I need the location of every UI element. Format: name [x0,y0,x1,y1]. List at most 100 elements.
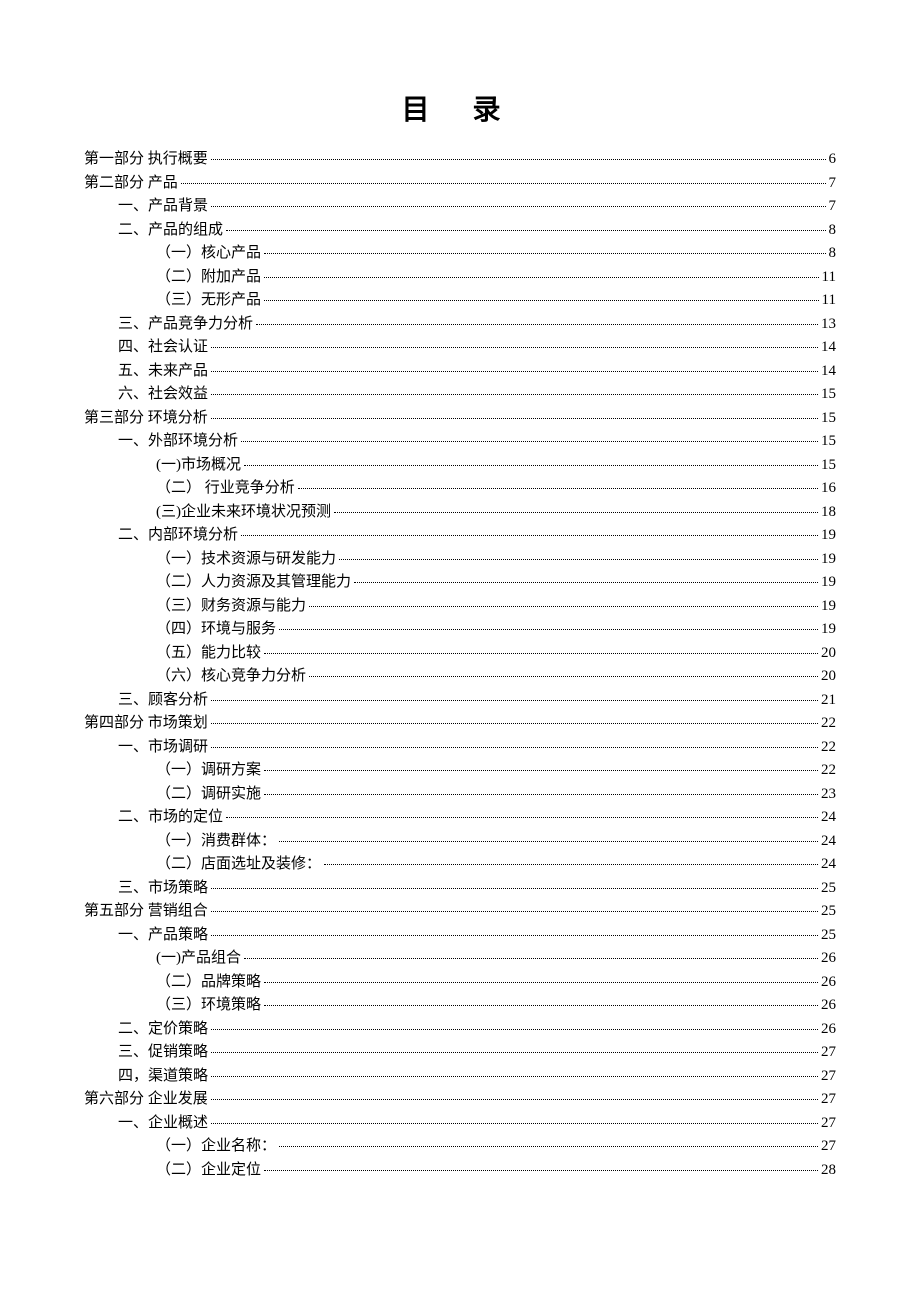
toc-entry[interactable]: （三）无形产品11 [84,293,836,308]
toc-leader-dots [211,347,818,348]
toc-leader-dots [339,559,818,560]
toc-entry[interactable]: 三、顾客分析21 [84,693,836,708]
toc-entry[interactable]: 一、市场调研22 [84,740,836,755]
toc-entry-label: 四、社会认证 [118,340,208,355]
toc-entry[interactable]: （一）调研方案22 [84,763,836,778]
toc-entry-label: 一、外部环境分析 [118,434,238,449]
toc-entry[interactable]: 三、市场策略25 [84,881,836,896]
toc-entry[interactable]: 二、产品的组成8 [84,223,836,238]
toc-entry-label: （六）核心竞争力分析 [156,669,306,684]
toc-entry-label: 一、市场调研 [118,740,208,755]
toc-leader-dots [211,700,818,701]
toc-entry-label: 二、定价策略 [118,1022,208,1037]
toc-entry-page: 15 [821,387,836,402]
toc-entry[interactable]: （二） 行业竞争分析16 [84,481,836,496]
toc-leader-dots [211,747,818,748]
toc-entry[interactable]: 第五部分 营销组合25 [84,904,836,919]
toc-entry-label: 第三部分 环境分析 [84,411,208,426]
toc-entry-page: 11 [822,293,836,308]
toc-entry-page: 24 [821,857,836,872]
toc-entry-page: 13 [821,317,836,332]
toc-entry[interactable]: （六）核心竞争力分析20 [84,669,836,684]
toc-leader-dots [211,911,818,912]
toc-entry-label: （四）环境与服务 [156,622,276,637]
toc-entry[interactable]: 五、未来产品14 [84,364,836,379]
toc-entry[interactable]: 第三部分 环境分析15 [84,411,836,426]
toc-entry[interactable]: （一）核心产品8 [84,246,836,261]
toc-entry[interactable]: 三、产品竞争力分析13 [84,317,836,332]
toc-entry[interactable]: 一、外部环境分析15 [84,434,836,449]
toc-entry[interactable]: 六、社会效益15 [84,387,836,402]
toc-entry-label: （二）调研实施 [156,787,261,802]
toc-entry-page: 27 [821,1116,836,1131]
toc-entry-page: 24 [821,834,836,849]
toc-entry[interactable]: 三、促销策略27 [84,1045,836,1060]
toc-entry[interactable]: （三）财务资源与能力19 [84,599,836,614]
toc-entry[interactable]: 第四部分 市场策划22 [84,716,836,731]
toc-entry-label: 五、未来产品 [118,364,208,379]
toc-entry[interactable]: 第六部分 企业发展 27 [84,1092,836,1107]
toc-entry[interactable]: 一、产品背景7 [84,199,836,214]
toc-entry[interactable]: (三)企业未来环境状况预测18 [84,505,836,520]
toc-entry[interactable]: （一）企业名称：27 [84,1139,836,1154]
toc-entry-page: 11 [822,270,836,285]
toc-entry[interactable]: 二、定价策略 26 [84,1022,836,1037]
toc-entry[interactable]: 四、社会认证14 [84,340,836,355]
toc-entry-label: （一）调研方案 [156,763,261,778]
toc-entry[interactable]: (一)市场概况15 [84,458,836,473]
toc-entry-page: 25 [821,881,836,896]
toc-leader-dots [264,982,818,983]
toc-entry[interactable]: （一）消费群体： 24 [84,834,836,849]
toc-entry[interactable]: (一)产品组合26 [84,951,836,966]
toc-entry[interactable]: （一）技术资源与研发能力19 [84,552,836,567]
toc-entry-label: 二、内部环境分析 [118,528,238,543]
toc-leader-dots [279,629,818,630]
toc-entry[interactable]: （二）调研实施 23 [84,787,836,802]
toc-entry[interactable]: （五）能力比较20 [84,646,836,661]
toc-entry-page: 7 [829,199,837,214]
toc-entry[interactable]: （二）附加产品 11 [84,270,836,285]
toc-entry-label: 一、产品策略 [118,928,208,943]
toc-entry-page: 27 [821,1092,836,1107]
toc-entry[interactable]: （二）品牌策略26 [84,975,836,990]
toc-entry[interactable]: （四）环境与服务19 [84,622,836,637]
toc-entry[interactable]: （二）人力资源及其管理能力19 [84,575,836,590]
toc-entry-page: 8 [829,246,837,261]
toc-entry[interactable]: 一、产品策略 25 [84,928,836,943]
toc-entry-page: 23 [821,787,836,802]
toc-entry-label: （二）附加产品 [156,270,261,285]
toc-leader-dots [211,1029,818,1030]
toc-entry-page: 27 [821,1069,836,1084]
toc-leader-dots [279,1146,818,1147]
toc-leader-dots [298,488,818,489]
toc-leader-dots [226,230,825,231]
toc-entry[interactable]: 二、市场的定位24 [84,810,836,825]
toc-entry-label: 第六部分 企业发展 [84,1092,208,1107]
toc-entry-label: (一)市场概况 [156,458,241,473]
toc-entry-page: 19 [821,575,836,590]
toc-entry[interactable]: （二）店面选址及装修： 24 [84,857,836,872]
toc-entry-label: 第五部分 营销组合 [84,904,208,919]
toc-entry-label: 三、顾客分析 [118,693,208,708]
toc-leader-dots [211,371,818,372]
toc-leader-dots [211,888,818,889]
toc-entry[interactable]: 二、内部环境分析19 [84,528,836,543]
toc-entry-page: 26 [821,1022,836,1037]
toc-entry[interactable]: 第二部分 产品7 [84,176,836,191]
toc-entry-page: 27 [821,1139,836,1154]
toc-entry[interactable]: 第一部分 执行概要6 [84,152,836,167]
toc-entry[interactable]: 一、企业概述27 [84,1116,836,1131]
toc-entry-page: 26 [821,975,836,990]
toc-entry[interactable]: （三）环境策略26 [84,998,836,1013]
toc-leader-dots [241,535,818,536]
toc-leader-dots [211,394,818,395]
toc-entry[interactable]: （二）企业定位28 [84,1163,836,1178]
toc-entry-page: 25 [821,928,836,943]
toc-entry-label: （一）消费群体： [156,834,276,849]
toc-entry-label: （二）店面选址及装修： [156,857,321,872]
toc-leader-dots [241,441,818,442]
toc-leader-dots [211,418,818,419]
toc-entry-label: （一）技术资源与研发能力 [156,552,336,567]
toc-entry-label: 二、市场的定位 [118,810,223,825]
toc-entry[interactable]: 四，渠道策略27 [84,1069,836,1084]
